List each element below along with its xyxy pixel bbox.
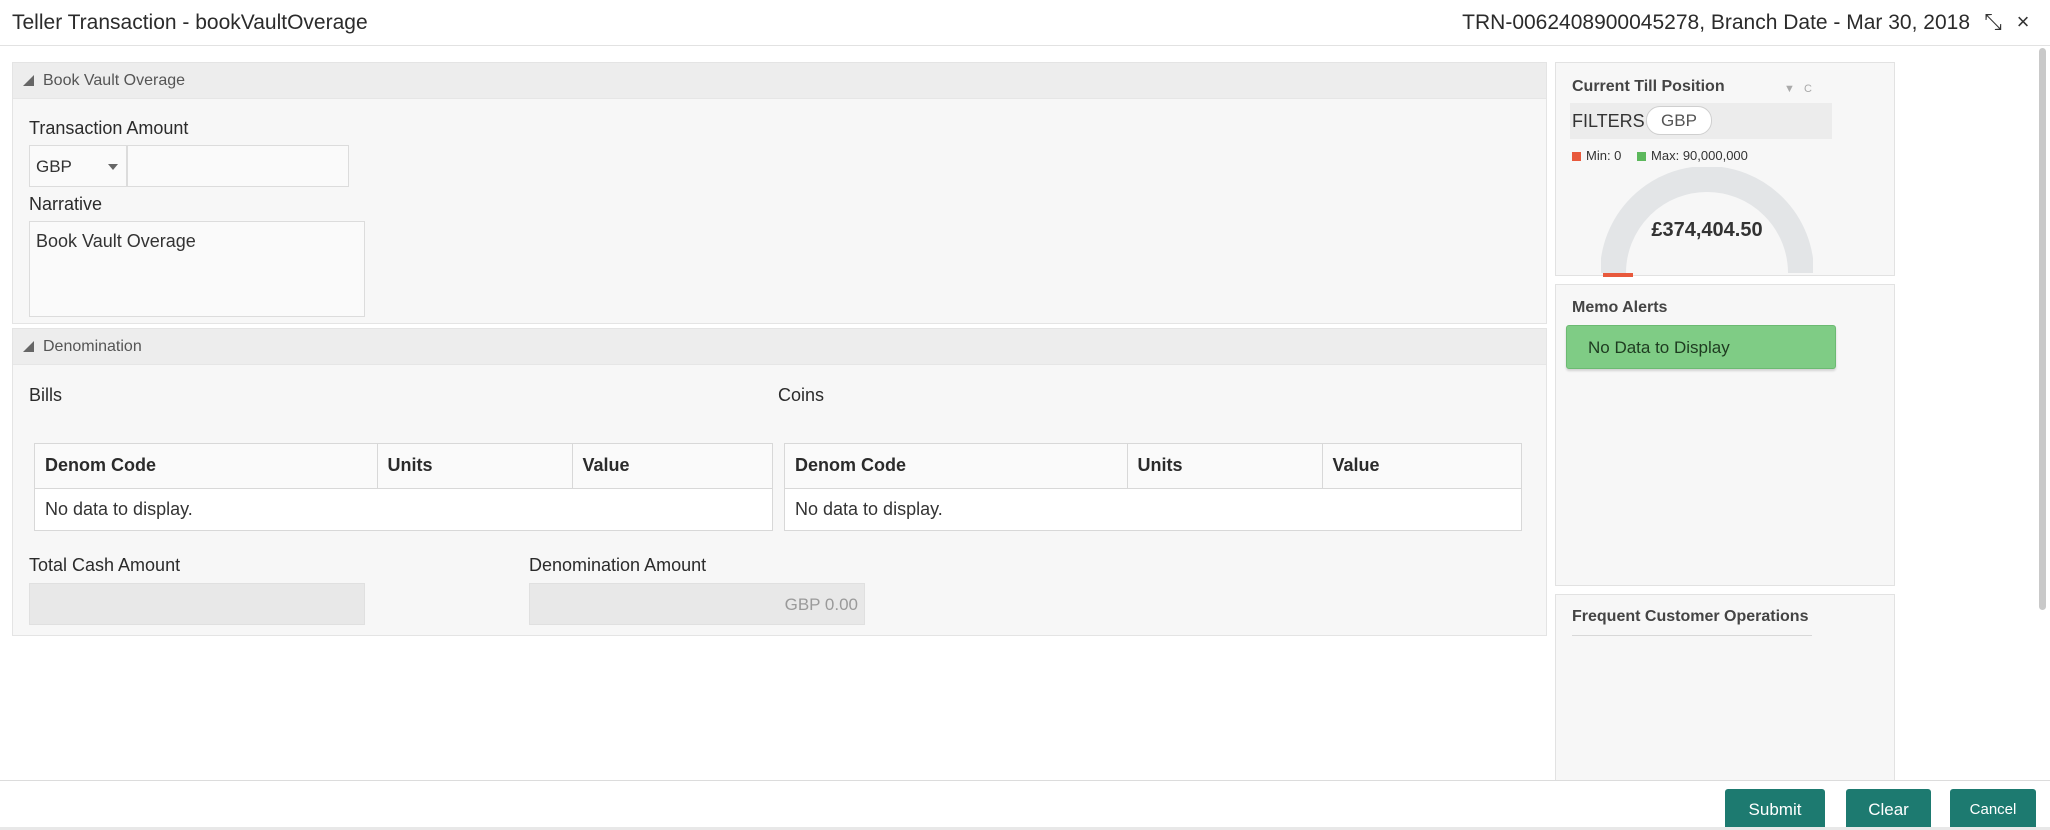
legend-max-label: Max: 90,000,000: [1651, 148, 1748, 163]
min-swatch: [1572, 152, 1581, 162]
memo-alerts-empty-banner: No Data to Display: [1566, 325, 1836, 369]
bills-col-units[interactable]: Units: [377, 444, 573, 489]
bills-col-denom-code[interactable]: Denom Code: [35, 444, 378, 489]
denomination-amount-label: Denomination Amount: [529, 555, 707, 575]
coins-label: Coins: [778, 385, 825, 405]
denomination-section: Denomination Bills Coins Denom Code Unit…: [12, 328, 1547, 636]
denomination-header[interactable]: Denomination: [13, 329, 1546, 365]
max-swatch: [1637, 152, 1647, 162]
memo-empty-text: No Data to Display: [1588, 338, 1730, 357]
minimize-icon[interactable]: ⤡: [1980, 8, 2006, 36]
table-row: No data to display.: [785, 488, 1521, 530]
clear-button[interactable]: Clear: [1846, 789, 1931, 830]
section-title: Denomination: [43, 338, 142, 355]
coins-table: Denom Code Units Value No data to displa…: [784, 443, 1522, 531]
window-title: Teller Transaction - bookVaultOverage: [12, 11, 368, 34]
bills-empty-text: No data to display.: [45, 498, 193, 519]
close-icon[interactable]: ×: [2010, 8, 2036, 36]
amount-input[interactable]: [127, 145, 349, 187]
current-till-position-widget: Current Till Position ▼ C FILTERS GBP Mi…: [1555, 62, 1895, 277]
total-cash-amount-field: [29, 583, 365, 625]
bills-col-value[interactable]: Value: [572, 444, 772, 489]
transaction-amount-label: Transaction Amount: [29, 118, 189, 138]
action-footer: Submit Clear Cancel: [0, 780, 2050, 830]
widget-title: Frequent Customer Operations: [1572, 608, 1809, 625]
legend-min-label: Min: 0: [1586, 148, 1622, 163]
till-gauge: £374,404.50: [1600, 166, 1814, 277]
coins-empty-text: No data to display.: [795, 498, 943, 519]
filters-label: FILTERS: [1572, 111, 1645, 131]
denomination-amount-field: GBP 0.00: [529, 583, 865, 625]
denomination-amount-value: GBP 0.00: [784, 595, 858, 614]
filter-refresh-icons[interactable]: ▼ C: [1784, 83, 1815, 95]
legend-max: Max: 90,000,000: [1637, 148, 1748, 163]
currency-select[interactable]: GBP: [29, 145, 127, 187]
transaction-reference: TRN-0062408900045278, Branch Date - Mar …: [1462, 11, 1970, 34]
widget-title: Current Till Position: [1572, 78, 1725, 95]
collapse-triangle-icon[interactable]: [23, 341, 34, 352]
bills-header-row: Denom Code Units Value: [35, 444, 772, 489]
vertical-scrollbar[interactable]: [2039, 48, 2046, 610]
window-header: Teller Transaction - bookVaultOverage TR…: [0, 0, 2050, 46]
narrative-text: Book Vault Overage: [36, 231, 196, 251]
narrative-field[interactable]: Book Vault Overage: [29, 221, 365, 317]
memo-alerts-widget: Memo Alerts No Data to Display: [1555, 284, 1895, 586]
cancel-button[interactable]: Cancel: [1950, 789, 2036, 830]
legend-min: Min: 0: [1572, 148, 1621, 163]
submit-button[interactable]: Submit: [1725, 789, 1825, 830]
table-row: No data to display.: [35, 488, 772, 530]
till-amount: £374,404.50: [1651, 219, 1763, 241]
coins-col-value[interactable]: Value: [1322, 444, 1521, 489]
widget-title: Memo Alerts: [1572, 299, 1668, 316]
collapse-triangle-icon[interactable]: [23, 75, 34, 86]
coins-col-denom-code[interactable]: Denom Code: [785, 444, 1128, 489]
book-vault-overage-section: Book Vault Overage Transaction Amount GB…: [12, 62, 1547, 324]
total-cash-amount-label: Total Cash Amount: [29, 555, 181, 575]
chevron-down-icon: [108, 164, 118, 170]
bills-table: Denom Code Units Value No data to displa…: [34, 443, 773, 531]
filters-bar: FILTERS GBP: [1570, 103, 1832, 139]
gauge-legend: Min: 0 Max: 90,000,000: [1572, 148, 1760, 163]
narrative-label: Narrative: [29, 194, 103, 214]
currency-filter-chip[interactable]: GBP: [1646, 106, 1712, 135]
title-divider: [1572, 635, 1812, 636]
book-vault-overage-header[interactable]: Book Vault Overage: [13, 63, 1546, 99]
coins-header-row: Denom Code Units Value: [785, 444, 1521, 489]
frequent-customer-operations-widget: Frequent Customer Operations: [1555, 594, 1895, 782]
bills-label: Bills: [29, 385, 63, 405]
coins-col-units[interactable]: Units: [1127, 444, 1323, 489]
currency-value: GBP: [36, 157, 72, 176]
section-title: Book Vault Overage: [43, 72, 186, 89]
